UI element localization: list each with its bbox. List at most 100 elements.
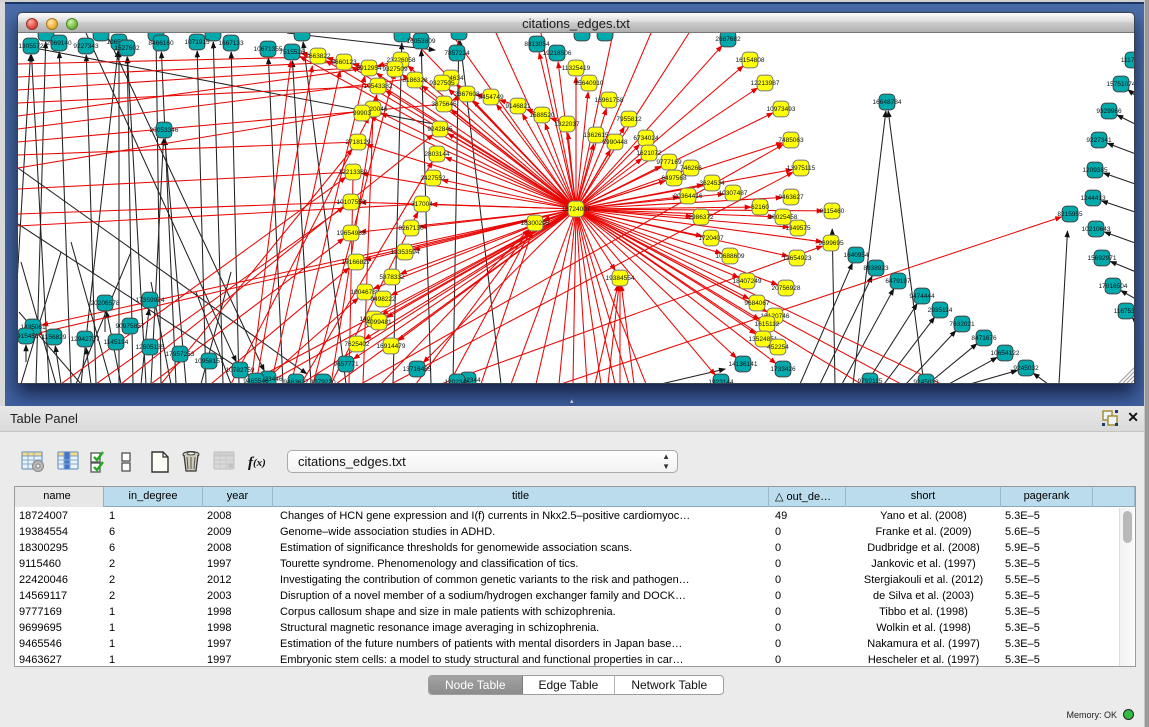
svg-text:2935114: 2935114 [928, 307, 953, 314]
svg-text:15640910: 15640910 [575, 80, 604, 87]
svg-text:9463627: 9463627 [283, 379, 309, 383]
svg-text:7625402: 7625402 [344, 341, 370, 348]
svg-text:9465546: 9465546 [243, 378, 269, 383]
svg-text:7857224: 7857224 [444, 50, 470, 57]
svg-text:9245032: 9245032 [1013, 365, 1039, 372]
svg-text:3875645: 3875645 [431, 101, 457, 108]
svg-text:90975857: 90975857 [116, 323, 145, 330]
svg-text:2069140: 2069140 [46, 40, 72, 47]
svg-text:8186328: 8186328 [402, 77, 428, 84]
svg-text:18407249: 18407249 [733, 278, 762, 285]
svg-text:10107553: 10107553 [337, 199, 366, 206]
svg-text:1209385: 1209385 [1082, 167, 1108, 174]
svg-text:9327505: 9327505 [429, 80, 455, 87]
svg-text:12942737: 12942737 [71, 336, 100, 343]
svg-text:19218506: 19218506 [543, 50, 572, 57]
svg-text:6734024: 6734024 [633, 135, 659, 142]
svg-text:9115460: 9115460 [820, 208, 845, 215]
svg-text:1322037: 1322037 [554, 121, 580, 128]
svg-text:19654982: 19654982 [337, 230, 366, 237]
svg-text:14136141: 14136141 [729, 361, 758, 368]
svg-text:1145194: 1145194 [104, 339, 129, 346]
svg-text:1202346: 1202346 [444, 379, 470, 383]
svg-text:15692971: 15692971 [1088, 255, 1117, 262]
svg-text:10688609: 10688609 [716, 253, 745, 260]
svg-text:746266: 746266 [680, 165, 702, 172]
svg-text:9684067: 9684067 [744, 300, 770, 307]
svg-text:2718129: 2718129 [345, 139, 371, 146]
svg-text:19384554: 19384554 [606, 275, 635, 282]
svg-text:10543382: 10543382 [364, 83, 393, 90]
svg-text:5878332: 5878332 [379, 274, 405, 281]
svg-text:1923144: 1923144 [708, 379, 734, 383]
svg-text:20053346: 20053346 [150, 127, 179, 134]
svg-text:1720407: 1720407 [698, 235, 724, 242]
svg-text:8990448: 8990448 [602, 139, 628, 146]
svg-text:8267130: 8267130 [398, 225, 424, 232]
svg-text:13353594: 13353594 [391, 249, 420, 256]
svg-text:10973493: 10973493 [767, 106, 796, 113]
svg-text:3427552: 3427552 [420, 175, 446, 182]
svg-text:7515526: 7515526 [279, 49, 305, 56]
svg-text:1349575: 1349575 [785, 225, 811, 232]
svg-text:9463627: 9463627 [778, 194, 804, 201]
svg-text:1156829: 1156829 [42, 334, 67, 341]
svg-text:7485063: 7485063 [778, 137, 804, 144]
svg-text:1167533: 1167533 [1114, 308, 1134, 315]
svg-text:8466160: 8466160 [148, 40, 174, 47]
svg-text:10654122: 10654122 [991, 350, 1020, 357]
svg-text:(x): (x) [253, 457, 266, 469]
svg-text:16914479: 16914479 [377, 343, 406, 350]
svg-text:2367608: 2367608 [454, 91, 480, 98]
svg-text:19166827: 19166827 [342, 259, 371, 266]
svg-text:452254: 452254 [767, 344, 789, 351]
svg-text:13654923: 13654923 [783, 255, 812, 262]
svg-text:9227343: 9227343 [73, 43, 99, 50]
svg-text:1071915: 1071915 [184, 39, 210, 46]
svg-text:10210643: 10210643 [1082, 226, 1111, 233]
svg-text:9769115: 9769115 [858, 378, 883, 383]
svg-text:1527602: 1527602 [114, 45, 140, 52]
svg-text:12213382: 12213382 [339, 169, 368, 176]
svg-text:1733426: 1733426 [770, 366, 796, 373]
svg-text:9245033: 9245033 [913, 379, 939, 383]
svg-text:2803144: 2803144 [424, 151, 450, 158]
svg-text:4099481: 4099481 [366, 319, 392, 326]
svg-text:99903: 99903 [353, 110, 371, 117]
svg-text:9327509: 9327509 [382, 66, 408, 73]
svg-text:8471676: 8471676 [971, 335, 997, 342]
svg-text:7663822: 7663822 [305, 53, 331, 60]
svg-text:20364416: 20364416 [674, 193, 703, 200]
svg-text:1615112: 1615112 [755, 321, 780, 328]
svg-text:6479197: 6479197 [885, 278, 911, 285]
svg-text:1621072: 1621072 [636, 150, 662, 157]
svg-text:18724007: 18724007 [562, 206, 591, 213]
svg-text:3915451: 3915451 [18, 333, 39, 340]
svg-text:11325419: 11325419 [562, 65, 591, 72]
svg-text:9699695: 9699695 [818, 240, 844, 247]
svg-text:3912954: 3912954 [356, 65, 382, 72]
svg-text:10307487: 10307487 [719, 190, 748, 197]
svg-text:8454749: 8454749 [478, 94, 504, 101]
svg-text:1079220: 1079220 [310, 379, 336, 383]
svg-text:18300295: 18300295 [521, 220, 550, 227]
svg-text:16154808: 16154808 [736, 57, 765, 64]
svg-text:3624534: 3624534 [699, 180, 725, 187]
svg-text:17016504: 17016504 [1099, 283, 1128, 290]
svg-text:1362615: 1362615 [583, 132, 609, 139]
svg-text:16053809: 16053809 [407, 38, 436, 45]
svg-text:20206578: 20206578 [91, 300, 120, 307]
svg-text:9498222: 9498222 [370, 296, 396, 303]
svg-text:16648784: 16648784 [873, 99, 902, 106]
svg-text:20756928: 20756928 [772, 285, 801, 292]
svg-text:7632021: 7632021 [949, 321, 975, 328]
svg-text:2986372: 2986372 [688, 214, 714, 221]
svg-text:10958157: 10958157 [195, 358, 224, 365]
svg-text:15751074: 15751074 [1107, 81, 1134, 88]
svg-text:2687682: 2687682 [715, 36, 741, 43]
svg-text:9242845: 9242845 [427, 126, 453, 133]
svg-text:1244413: 1244413 [1080, 195, 1106, 202]
svg-text:16961758: 16961758 [595, 97, 624, 104]
svg-text:6497568: 6497568 [661, 175, 687, 182]
svg-text:1588520: 1588520 [529, 112, 555, 119]
